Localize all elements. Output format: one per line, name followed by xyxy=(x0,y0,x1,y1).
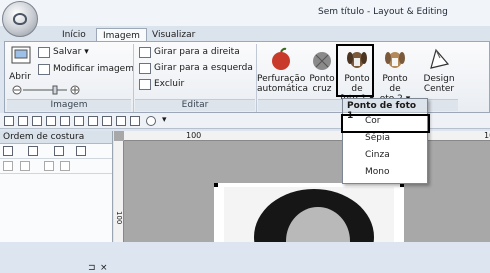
salvar-label: Salvar xyxy=(53,47,82,57)
modificar-imagem-button[interactable]: Modificar imagem xyxy=(38,62,134,76)
dropdown-title: Ponto de foto 1 xyxy=(343,99,427,121)
perfuracao-line2: automática xyxy=(257,84,309,94)
window-title: Sem título - Layout & Editing xyxy=(318,7,448,17)
sewing-order-panel: Ordem de costura ⊐ × xyxy=(0,131,113,273)
excluir-button[interactable]: Excluir xyxy=(139,77,184,91)
group-separator xyxy=(133,44,134,112)
lock-icon[interactable] xyxy=(20,161,30,171)
group-label-editar: Editar xyxy=(135,99,255,111)
tab-visualizar[interactable]: Visualizar xyxy=(146,28,201,42)
visibility-icon[interactable] xyxy=(3,161,13,171)
group-label-imagem: Imagem xyxy=(7,99,131,111)
abrir-label: Abrir xyxy=(9,72,31,82)
ponto-foto2-line1: Ponto de xyxy=(382,74,408,94)
sort-icon[interactable] xyxy=(28,146,38,156)
close-icon[interactable]: × xyxy=(100,263,108,273)
ruler-label: 100 xyxy=(115,211,123,225)
cross-stitch-apple-icon xyxy=(309,46,335,72)
layout-icon[interactable] xyxy=(102,116,112,126)
menu-item-cinza[interactable]: Cinza xyxy=(343,147,427,164)
zoom-icon[interactable] xyxy=(46,116,56,126)
ponto-de-foto-1-dropdown: Ponto de foto 1 Cor Sépia Cinza Mono xyxy=(342,98,428,184)
panel-title: Ordem de costura xyxy=(3,132,85,142)
select-icon[interactable] xyxy=(3,146,13,156)
rotate-right-icon xyxy=(139,46,151,58)
delete-icon xyxy=(139,78,151,90)
remove-icon[interactable] xyxy=(44,161,54,171)
ponto-de-foto-2-button[interactable]: Ponto de oto 2 ▾ xyxy=(377,46,413,104)
ruler-label: 10 xyxy=(484,131,490,140)
girar-direita-label: Girar para a direita xyxy=(154,47,240,57)
move-icon[interactable] xyxy=(54,146,64,156)
ponto-cruz-button[interactable]: Ponto cruz xyxy=(307,46,337,94)
open-image-icon xyxy=(8,44,34,70)
tab-imagem[interactable]: Imagem xyxy=(96,28,147,42)
undo-icon[interactable] xyxy=(60,116,70,126)
ponto-cruz-line1: Ponto xyxy=(309,74,335,84)
highlight-callout xyxy=(341,114,430,133)
frame-icon[interactable] xyxy=(76,146,86,156)
design-center-line1: Design xyxy=(423,74,455,84)
ponto-cruz-line2: cruz xyxy=(312,84,332,94)
view-icon[interactable] xyxy=(88,116,98,126)
portrait-photo xyxy=(224,187,394,273)
salvar-button[interactable]: Salvar ▾ xyxy=(38,45,89,59)
application-menu-button[interactable] xyxy=(2,1,38,37)
panel-toolbar-2 xyxy=(0,159,112,174)
highlight-callout xyxy=(336,44,374,97)
redo-icon[interactable] xyxy=(74,116,84,126)
ruler-label: 100 xyxy=(186,131,202,140)
panel-header: Ordem de costura ⊐ × xyxy=(0,131,112,273)
cursor-icon[interactable] xyxy=(60,161,70,171)
horizontal-ruler: 100 10 xyxy=(124,131,490,141)
pin-icon[interactable]: ⊐ xyxy=(88,263,96,273)
list-icon[interactable] xyxy=(130,116,140,126)
vertical-ruler: 100 xyxy=(114,141,124,242)
rotate-left-icon xyxy=(139,62,151,74)
design-canvas[interactable]: 100 10 100 xyxy=(114,131,490,273)
girar-esquerda-label: Girar para a esquerda xyxy=(154,63,253,73)
dog-photo-2-icon xyxy=(382,46,408,72)
design-center-icon xyxy=(426,46,452,72)
perfuracao-automatica-button[interactable]: Perfuração automática xyxy=(257,46,309,94)
zoom-slider[interactable] xyxy=(9,85,85,95)
girar-direita-button[interactable]: Girar para a direita xyxy=(139,45,240,59)
excluir-label: Excluir xyxy=(154,79,185,89)
selection-handle[interactable] xyxy=(214,183,218,187)
perfuracao-line1: Perfuração xyxy=(257,74,306,84)
new-icon[interactable] xyxy=(4,116,14,126)
grid-icon[interactable] xyxy=(116,116,126,126)
design-center-button[interactable]: Design Center xyxy=(421,46,457,94)
girar-esquerda-button[interactable]: Girar para a esquerda xyxy=(139,61,253,75)
open-icon[interactable] xyxy=(18,116,28,126)
help-icon[interactable] xyxy=(146,116,156,126)
save-icon xyxy=(38,46,50,58)
abrir-button[interactable]: Abrir xyxy=(8,44,32,82)
save-icon[interactable] xyxy=(32,116,42,126)
app-logo-icon xyxy=(13,13,27,25)
tab-inicio[interactable]: Início xyxy=(56,28,92,42)
menu-item-mono[interactable]: Mono xyxy=(343,164,427,181)
panel-toolbar xyxy=(0,144,112,159)
customize-toolbar-icon[interactable]: ▾ xyxy=(162,115,167,125)
modify-image-icon xyxy=(38,63,50,75)
modificar-label: Modificar imagem xyxy=(53,64,134,74)
title-bar: Sem título - Layout & Editing xyxy=(0,0,490,37)
apple-icon xyxy=(268,46,294,72)
ribbon-tab-bar: Início Imagem Visualizar xyxy=(0,26,490,42)
design-center-line2: Center xyxy=(423,84,455,94)
